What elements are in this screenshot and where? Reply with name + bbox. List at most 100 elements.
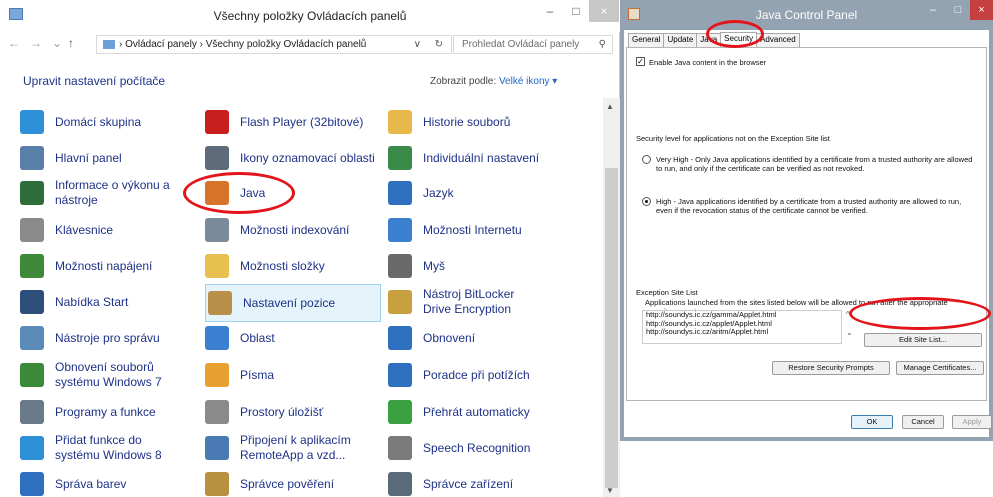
restore-security-prompts-button[interactable]: Restore Security Prompts bbox=[772, 361, 890, 375]
tab-general[interactable]: General bbox=[628, 33, 665, 47]
control-panel-item[interactable]: Možnosti indexování bbox=[205, 214, 385, 246]
control-panel-item[interactable]: Historie souborů bbox=[388, 106, 588, 138]
control-panel-item[interactable]: Oblast bbox=[205, 322, 385, 354]
site-list-item[interactable]: http://soundys.ic.cz/aritm/Applet.html bbox=[643, 327, 841, 337]
location-settings-icon bbox=[208, 291, 232, 315]
java-tabs: General Update Java Security Advanced bbox=[628, 32, 800, 48]
exception-site-list[interactable]: http://soundys.ic.cz/gamma/Applet.html ht… bbox=[642, 310, 842, 344]
tab-java[interactable]: Java bbox=[696, 33, 722, 47]
control-panel-item[interactable]: Speech Recognition bbox=[388, 432, 588, 464]
control-panel-item[interactable]: Přidat funkce do systému Windows 8 bbox=[20, 432, 200, 464]
control-panel-item-label: Přehrát automaticky bbox=[423, 404, 530, 419]
control-panel-item[interactable]: Ikony oznamovací oblasti bbox=[205, 142, 385, 174]
java-close-button[interactable]: × bbox=[970, 0, 993, 20]
control-panel-item-label: Možnosti Internetu bbox=[423, 222, 522, 237]
java-minimize-button[interactable]: – bbox=[920, 0, 946, 20]
control-panel-item[interactable]: Klávesnice bbox=[20, 214, 200, 246]
high-radio[interactable] bbox=[642, 197, 651, 206]
control-panel-item-label: Poradce při potížích bbox=[423, 367, 530, 382]
control-panel-item[interactable]: Možnosti složky bbox=[205, 250, 385, 282]
language-icon bbox=[388, 181, 412, 205]
control-panel-item[interactable]: Informace o výkonu a nástroje bbox=[20, 177, 200, 209]
vertical-scrollbar[interactable]: ▲ ▼ bbox=[603, 98, 620, 497]
close-button[interactable]: × bbox=[589, 0, 619, 22]
site-scroll-up-icon[interactable]: ^ bbox=[846, 310, 850, 319]
apply-button[interactable]: Apply bbox=[952, 415, 992, 429]
control-panel-item[interactable]: Hlavní panel bbox=[20, 142, 200, 174]
address-bar[interactable]: › Ovládací panely › Všechny položky Ovlá… bbox=[96, 35, 452, 54]
site-list-scrollbar[interactable]: ^ ⌄ bbox=[843, 310, 855, 344]
maximize-button[interactable]: □ bbox=[563, 0, 589, 22]
control-panel-item-label: Nastavení pozice bbox=[243, 295, 336, 310]
recent-locations-icon[interactable]: ⌄ bbox=[52, 36, 62, 50]
control-panel-item[interactable]: Možnosti napájení bbox=[20, 250, 200, 282]
control-panel-item-label: Historie souborů bbox=[423, 114, 511, 129]
control-panel-item[interactable]: Programy a funkce bbox=[20, 396, 200, 428]
enable-java-checkbox[interactable]: ✓ bbox=[636, 57, 645, 66]
minimize-button[interactable]: – bbox=[537, 0, 563, 22]
control-panel-item[interactable]: Domácí skupina bbox=[20, 106, 200, 138]
admin-tools-icon bbox=[20, 326, 44, 350]
control-panel-item[interactable]: Individuální nastavení bbox=[388, 142, 588, 174]
control-panel-item-label: Informace o výkonu a nástroje bbox=[55, 178, 170, 207]
very-high-label: Very High - Only Java applications ident… bbox=[656, 155, 973, 173]
search-icon[interactable]: ⚲ bbox=[599, 36, 606, 53]
manage-certificates-button[interactable]: Manage Certificates... bbox=[896, 361, 984, 375]
control-panel-item-label: Individuální nastavení bbox=[423, 150, 540, 165]
control-panel-item[interactable]: Myš bbox=[388, 250, 588, 282]
control-panel-titlebar: Všechny položky Ovládacích panelů – □ × bbox=[0, 0, 620, 32]
control-panel-item[interactable]: Připojení k aplikacím RemoteApp a vzd... bbox=[205, 432, 385, 464]
control-panel-item[interactable]: Nástroje pro správu bbox=[20, 322, 200, 354]
windows7-recovery-icon bbox=[20, 363, 44, 387]
control-panel-item[interactable]: Přehrát automaticky bbox=[388, 396, 588, 428]
search-placeholder: Prohledat Ovládací panely bbox=[462, 39, 580, 50]
control-panel-item-label: Správa barev bbox=[55, 476, 127, 491]
control-panel-item[interactable]: Správa barev bbox=[20, 468, 200, 497]
java-maximize-button[interactable]: □ bbox=[946, 0, 970, 20]
search-input[interactable]: Prohledat Ovládací panely ⚲ bbox=[453, 35, 613, 54]
page-title: Upravit nastavení počítače bbox=[23, 74, 166, 88]
tab-update[interactable]: Update bbox=[663, 33, 698, 47]
flash-player-icon bbox=[205, 110, 229, 134]
control-panel-item[interactable]: Nastavení pozice bbox=[205, 284, 381, 322]
control-panel-item-label: Ikony oznamovací oblasti bbox=[240, 150, 375, 165]
breadcrumb[interactable]: › Ovládací panely › Všechny položky Ovlá… bbox=[119, 39, 366, 50]
refresh-icon[interactable]: ↻ bbox=[435, 36, 443, 53]
control-panel-item[interactable]: Obnovení bbox=[388, 322, 588, 354]
control-panel-item[interactable]: Java bbox=[205, 177, 385, 209]
tab-security[interactable]: Security bbox=[720, 32, 758, 47]
control-panel-item[interactable]: Správce zařízení bbox=[388, 468, 588, 497]
control-panel-item[interactable]: Flash Player (32bitové) bbox=[205, 106, 385, 138]
edit-site-list-button[interactable]: Edit Site List... bbox=[864, 333, 982, 347]
scrollbar-thumb[interactable] bbox=[605, 168, 618, 488]
control-panel-item-label: Připojení k aplikacím RemoteApp a vzd... bbox=[240, 433, 351, 462]
scroll-down-icon[interactable]: ▼ bbox=[606, 486, 614, 495]
cancel-button[interactable]: Cancel bbox=[902, 415, 944, 429]
address-dropdown-icon[interactable]: ∨ bbox=[414, 36, 421, 53]
microphone-icon bbox=[388, 436, 412, 460]
control-panel-item[interactable]: Prostory úložišť bbox=[205, 396, 385, 428]
control-panel-item[interactable]: Poradce při potížích bbox=[388, 359, 588, 391]
scroll-up-icon[interactable]: ▲ bbox=[606, 102, 614, 111]
site-scroll-down-icon[interactable]: ⌄ bbox=[846, 328, 853, 337]
control-panel-item[interactable]: Nabídka Start bbox=[20, 286, 200, 318]
ok-button[interactable]: OK bbox=[851, 415, 893, 429]
control-panel-item[interactable]: Obnovení souborů systému Windows 7 bbox=[20, 359, 200, 391]
control-panel-item[interactable]: Možnosti Internetu bbox=[388, 214, 588, 246]
view-by-dropdown[interactable]: Velké ikony ▾ bbox=[499, 76, 557, 87]
up-arrow-icon[interactable]: ↑ bbox=[68, 36, 74, 50]
back-arrow-icon[interactable]: ← bbox=[8, 36, 20, 50]
control-panel-item-label: Obnovení souborů systému Windows 7 bbox=[55, 360, 162, 389]
control-panel-item-label: Možnosti indexování bbox=[240, 222, 350, 237]
forward-arrow-icon[interactable]: → bbox=[30, 36, 42, 50]
control-panel-item-label: Přidat funkce do systému Windows 8 bbox=[55, 433, 162, 462]
very-high-radio[interactable] bbox=[642, 155, 651, 164]
control-panel-item[interactable]: Správce pověření bbox=[205, 468, 385, 497]
control-panel-item[interactable]: Nástroj BitLocker Drive Encryption bbox=[388, 286, 588, 318]
java-control-panel-window: Java Control Panel – □ × General Update Ja… bbox=[620, 0, 993, 441]
tab-advanced[interactable]: Advanced bbox=[756, 33, 800, 47]
control-panel-item[interactable]: Jazyk bbox=[388, 177, 588, 209]
java-body: General Update Java Security Advanced ✓ Enab… bbox=[624, 30, 992, 437]
control-panel-item[interactable]: Písma bbox=[205, 359, 385, 391]
start-menu-icon bbox=[20, 290, 44, 314]
